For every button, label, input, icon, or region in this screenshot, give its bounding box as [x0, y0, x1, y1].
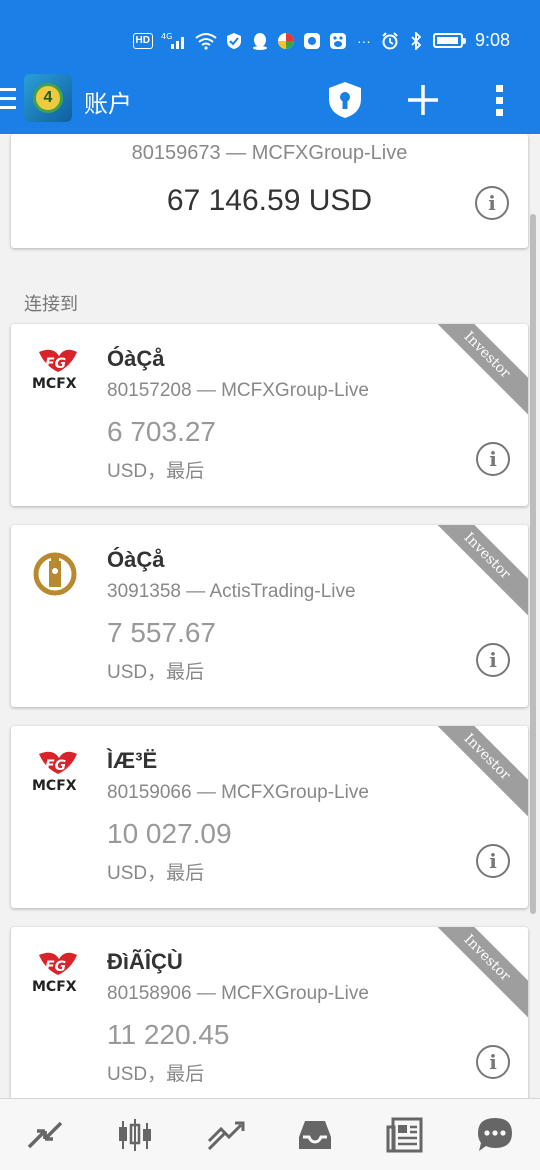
account-balance: 6 703.27 — [107, 416, 216, 447]
nav-chat[interactable] — [465, 1105, 525, 1165]
chart-candles-icon — [119, 1118, 151, 1151]
alarm-icon — [381, 31, 399, 50]
more-dots-icon: ··· — [356, 32, 371, 49]
scrollbar[interactable] — [530, 214, 536, 914]
battery-icon — [432, 33, 466, 48]
nav-chart[interactable] — [105, 1105, 165, 1165]
account-balance: 11 220.45 — [107, 1019, 230, 1050]
nav-history[interactable] — [285, 1105, 345, 1165]
current-account-balance: 67 146.59 USD — [166, 184, 373, 217]
news-icon — [386, 1117, 423, 1152]
account-currency: USD，最后 — [107, 461, 205, 482]
app-logo-badge: 4 — [33, 83, 63, 113]
clock-time: 9:08 — [474, 30, 510, 50]
investor-badge: Investor — [424, 525, 528, 619]
account-line: 80159066 — MCFXGroup-Live — [107, 782, 369, 803]
trade-icon — [207, 1121, 245, 1150]
account-currency: USD，最后 — [107, 662, 205, 683]
account-currency: USD，最后 — [107, 863, 205, 884]
account-balance: 7 557.67 — [107, 617, 216, 648]
account-balance: 10 027.09 — [107, 818, 232, 849]
account-currency: USD，最后 — [107, 1064, 205, 1085]
mcfx-logo: FG MCFX — [31, 346, 85, 400]
mcfx-logo: FG MCFX — [31, 949, 85, 1003]
page-title: 账户 — [84, 91, 132, 118]
account-line: 3091358 — ActisTrading-Live — [107, 581, 356, 602]
signal-icon: 4G — [161, 32, 187, 50]
nav-trade[interactable] — [195, 1105, 255, 1165]
hd-icon: HD — [132, 32, 153, 49]
nav-news[interactable] — [375, 1105, 435, 1165]
add-account-button[interactable] — [404, 80, 442, 120]
account-name: ÐìÃÎÇÙ — [107, 949, 183, 974]
accounts-list[interactable]: 80159673 — MCFXGroup-Live 67 146.59 USD … — [0, 134, 540, 1098]
chat-icon — [478, 1117, 512, 1151]
app-bar: 4 账户 — [0, 74, 540, 134]
info-icon[interactable]: i — [476, 1045, 510, 1079]
top-bar: HD 4G ··· 9:08 4 账户 — [0, 0, 540, 134]
overflow-menu-icon — [496, 85, 503, 116]
wifi-icon — [195, 32, 217, 50]
bottom-navigation — [0, 1098, 540, 1170]
bluetooth-icon — [407, 31, 425, 50]
svg-text:FG: FG — [45, 959, 66, 975]
svg-text:FG: FG — [45, 356, 66, 372]
account-card[interactable]: FG MCFX ÓàÇå 80157208 — MCFXGroup-Live 6… — [11, 324, 528, 506]
mcfx-logo-text: MCFX — [32, 376, 77, 392]
info-icon[interactable]: i — [476, 844, 510, 878]
svg-text:4G: 4G — [161, 32, 172, 41]
color-app-icon — [277, 32, 295, 50]
investor-badge: Investor — [424, 324, 528, 418]
app-logo: 4 — [24, 74, 72, 122]
menu-icon[interactable] — [0, 88, 16, 112]
shield-lock-icon — [329, 82, 361, 118]
qq-icon — [251, 32, 269, 50]
current-account-line: 80159673 — MCFXGroup-Live — [131, 142, 408, 164]
shield-lock-button[interactable] — [326, 80, 364, 120]
mcfx-logo: FG MCFX — [31, 748, 85, 802]
account-card[interactable]: ÓàÇå 3091358 — ActisTrading-Live 7 557.6… — [11, 525, 528, 707]
section-label: 连接到 — [24, 294, 78, 314]
info-icon[interactable]: i — [476, 442, 510, 476]
info-icon[interactable]: i — [475, 186, 509, 220]
mcfx-logo-text: MCFX — [32, 979, 77, 995]
baidu-icon — [329, 32, 347, 50]
overflow-menu-button[interactable] — [490, 80, 510, 120]
account-name: ÓàÇå — [107, 346, 165, 371]
account-name: ÌÆ³Ë — [107, 748, 158, 773]
investor-badge: Investor — [424, 927, 528, 1021]
svg-text:FG: FG — [45, 758, 66, 774]
account-card[interactable]: FG MCFX ÐìÃÎÇÙ 80158906 — MCFXGroup-Live… — [11, 927, 528, 1098]
info-icon[interactable]: i — [476, 643, 510, 677]
status-bar: HD 4G ··· 9:08 — [0, 0, 540, 76]
app-icon — [303, 32, 321, 50]
add-icon — [408, 85, 438, 115]
account-name: ÓàÇå — [107, 547, 165, 572]
nav-quotes[interactable] — [15, 1105, 75, 1165]
investor-badge: Investor — [424, 726, 528, 820]
account-card[interactable]: FG MCFX ÌÆ³Ë 80159066 — MCFXGroup-Live 1… — [11, 726, 528, 908]
account-line: 80157208 — MCFXGroup-Live — [107, 380, 369, 401]
mcfx-logo-text: MCFX — [32, 778, 77, 794]
current-account-card[interactable]: 80159673 — MCFXGroup-Live 67 146.59 USD … — [11, 134, 528, 248]
actis-logo — [31, 547, 85, 601]
account-line: 80158906 — MCFXGroup-Live — [107, 983, 369, 1004]
history-inbox-icon — [299, 1120, 331, 1149]
quotes-icon — [27, 1121, 63, 1148]
shield-check-icon — [225, 32, 243, 50]
